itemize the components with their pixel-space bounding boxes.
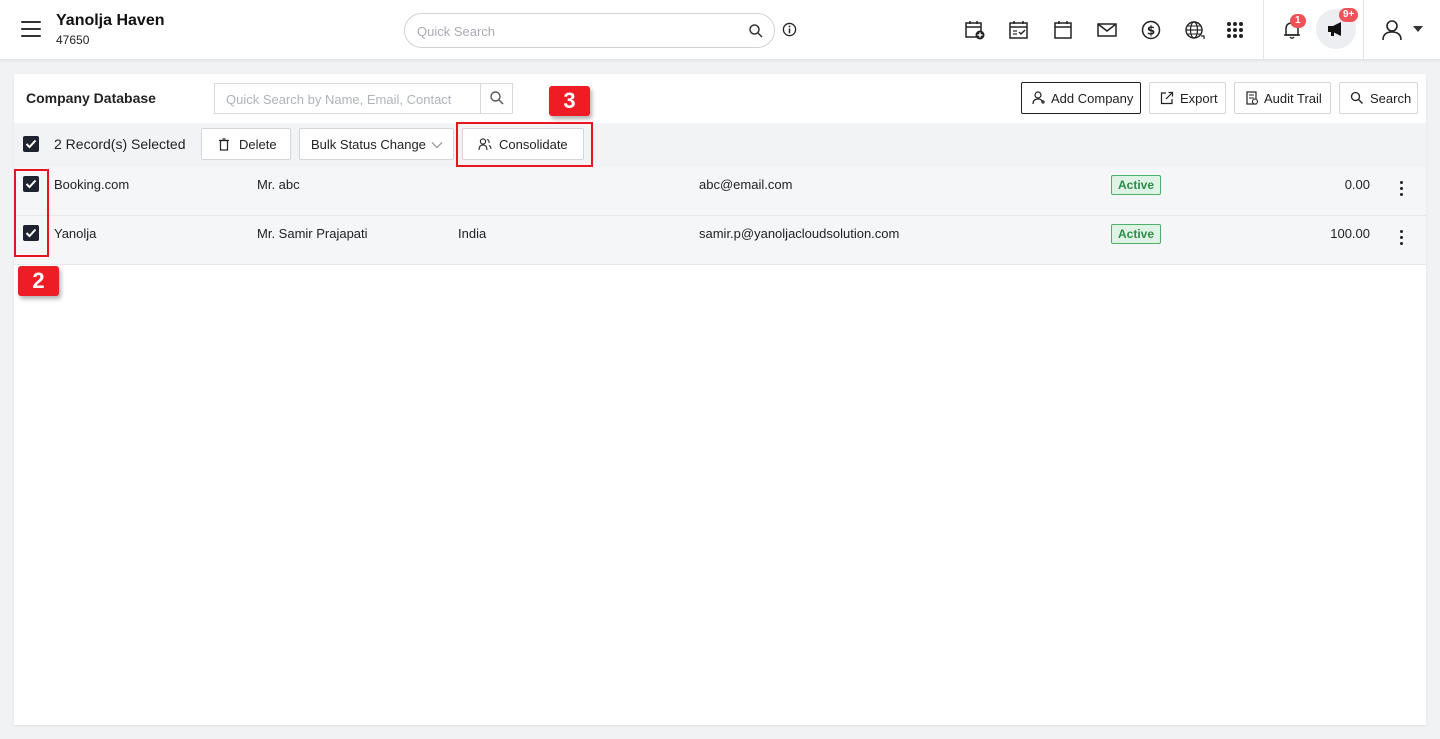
apps-grid-icon[interactable]: [1224, 19, 1246, 41]
add-company-button[interactable]: Add Company: [1021, 82, 1141, 114]
top-bar: Yanolja Haven 47650 $ 1 9+: [0, 0, 1440, 60]
megaphone-icon: [1328, 22, 1341, 36]
dollar-icon[interactable]: $: [1140, 19, 1162, 41]
search-icon: [1350, 91, 1363, 104]
country: India: [458, 226, 487, 241]
annotation-step-3: 3: [549, 86, 590, 116]
toolbar-divider: [1363, 0, 1364, 60]
status-badge: Active: [1111, 175, 1162, 195]
quick-search-bar: [404, 13, 775, 48]
globe-icon[interactable]: [1184, 19, 1206, 41]
balance-amount: 0.00: [1344, 177, 1370, 192]
menu-icon[interactable]: [21, 21, 41, 37]
user-icon[interactable]: [1380, 18, 1404, 42]
toolbar-divider: [1263, 0, 1264, 60]
checkmark-icon: [25, 139, 37, 149]
export-icon: [1160, 91, 1174, 105]
row-actions-kebab-icon[interactable]: [1399, 181, 1405, 201]
mail-icon[interactable]: [1096, 19, 1118, 41]
calendar-check-icon[interactable]: [1008, 19, 1030, 41]
property-name: Yanolja Haven: [56, 12, 165, 29]
annotation-step-2: 2: [18, 266, 59, 296]
selected-count-label: 2 Record(s) Selected: [54, 136, 186, 152]
annotation-highlight-checkboxes: [14, 169, 49, 257]
table-row[interactable]: Yanolja Mr. Samir Prajapati India samir.…: [14, 216, 1426, 265]
add-company-label: Add Company: [1051, 91, 1134, 106]
trash-icon: [219, 138, 229, 151]
svg-text:$: $: [1147, 24, 1155, 38]
audit-trail-label: Audit Trail: [1264, 91, 1322, 106]
status-badge: Active: [1111, 224, 1162, 244]
select-all-checkbox[interactable]: [23, 136, 39, 152]
notification-badge: 1: [1290, 14, 1306, 28]
table-row[interactable]: Booking.com Mr. abc abc@email.com Active…: [14, 167, 1426, 216]
info-icon[interactable]: [782, 22, 797, 37]
company-search: [214, 83, 513, 114]
search-button[interactable]: Search: [1339, 82, 1418, 114]
export-button[interactable]: Export: [1149, 82, 1226, 114]
bulk-action-bar: 2 Record(s) Selected Delete Bulk Status …: [14, 123, 1426, 167]
search-icon[interactable]: [748, 23, 764, 39]
audit-document-icon: [1246, 91, 1259, 105]
company-database-panel: Company Database Add Company Export Audi…: [14, 74, 1426, 725]
calendar-add-icon[interactable]: [964, 19, 986, 41]
announcement-badge: 9+: [1339, 8, 1359, 22]
company-name[interactable]: Booking.com: [54, 177, 129, 192]
export-label: Export: [1180, 91, 1218, 106]
contact-name: Mr. abc: [257, 177, 300, 192]
user-menu-caret-icon[interactable]: [1413, 26, 1423, 32]
balance-amount: 100.00: [1330, 226, 1370, 241]
delete-label: Delete: [239, 137, 277, 152]
company-name[interactable]: Yanolja: [54, 226, 96, 241]
bulk-status-change-dropdown[interactable]: Bulk Status Change: [299, 128, 454, 160]
contact-name: Mr. Samir Prajapati: [257, 226, 368, 241]
email: abc@email.com: [699, 177, 793, 192]
search-label: Search: [1370, 91, 1412, 106]
row-actions-kebab-icon[interactable]: [1399, 230, 1405, 250]
quick-search-input[interactable]: [417, 22, 737, 40]
company-search-input[interactable]: [226, 90, 476, 108]
chevron-down-icon: [431, 142, 443, 149]
page-title: Company Database: [26, 90, 156, 106]
calendar-icon[interactable]: [1052, 19, 1074, 41]
add-user-icon: [1032, 91, 1045, 105]
annotation-highlight-consolidate: [456, 122, 593, 167]
property-id: 47650: [56, 33, 90, 47]
search-icon: [490, 91, 504, 105]
bulk-status-change-label: Bulk Status Change: [311, 137, 426, 152]
audit-trail-button[interactable]: Audit Trail: [1234, 82, 1331, 114]
delete-button[interactable]: Delete: [201, 128, 291, 160]
company-search-button[interactable]: [480, 84, 512, 113]
email: samir.p@yanoljacloudsolution.com: [699, 226, 900, 241]
